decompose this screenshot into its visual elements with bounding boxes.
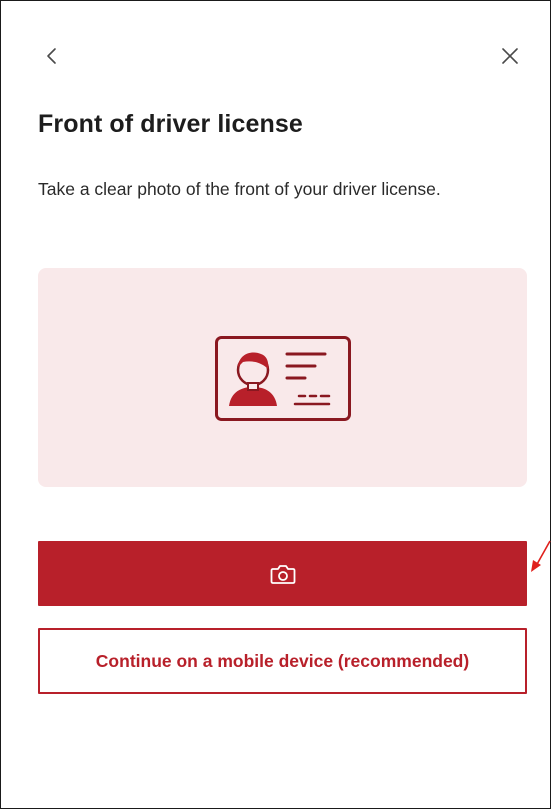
camera-icon: [270, 564, 295, 584]
back-button[interactable]: [37, 41, 67, 71]
continue-on-mobile-label: Continue on a mobile device (recommended…: [95, 650, 470, 671]
take-photo-button[interactable]: [38, 541, 527, 606]
instruction-text: Take a clear photo of the front of your …: [38, 179, 441, 199]
license-illustration-panel: [38, 268, 527, 487]
chevron-left-icon: [47, 48, 56, 64]
dialog-nav: [1, 1, 550, 101]
annotation-arrow-icon: [531, 540, 551, 572]
id-capture-dialog: Front of driver license Take a clear pho…: [0, 0, 551, 809]
close-button[interactable]: [495, 41, 525, 71]
driver-license-icon: [215, 336, 351, 421]
continue-on-mobile-button[interactable]: Continue on a mobile device (recommended…: [38, 628, 527, 694]
close-icon: [502, 48, 518, 64]
page-title: Front of driver license: [38, 110, 303, 138]
